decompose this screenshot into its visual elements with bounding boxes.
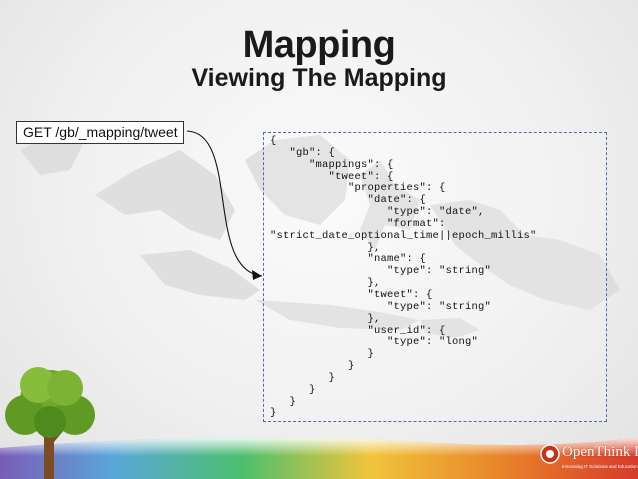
brand-name: OpenThink Labs [562,444,638,460]
response-json-box: { "gb": { "mappings": { "tweet": { "prop… [263,132,607,422]
logo-icon [540,444,560,464]
tree-icon [5,367,95,479]
page-subtitle: Viewing The Mapping [191,64,447,92]
page-title: Mapping [242,24,396,66]
request-box: GET /gb/_mapping/tweet [16,121,184,144]
slide: Mapping Viewing The Mapping GET /gb/_map… [0,0,638,479]
brand-tagline: Innovating IT Solutions and Education [562,464,638,469]
brand-logo: OpenThink Labs Innovating IT Solutions a… [540,442,638,476]
response-json: { "gb": { "mappings": { "tweet": { "prop… [270,135,537,420]
